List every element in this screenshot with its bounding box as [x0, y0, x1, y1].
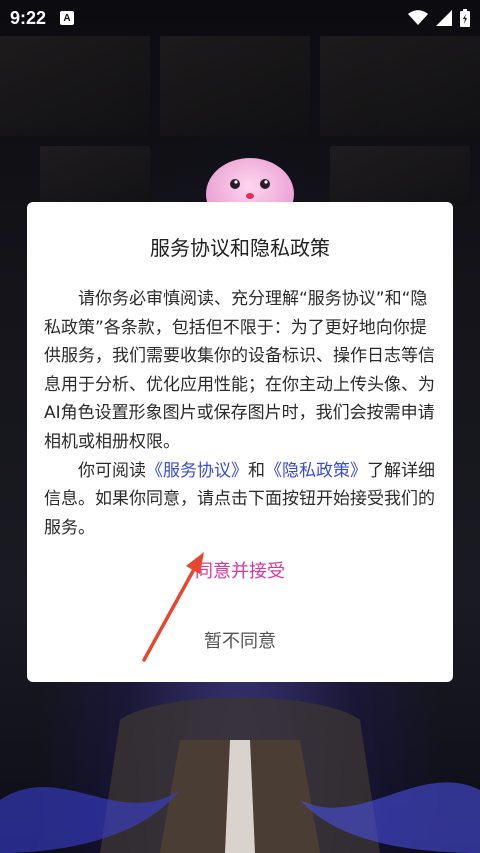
dialog-paragraph-1: 请你务必审慎阅读、充分理解“服务协议”和“隐私政策”各条款，包括但不限于：为了更… — [44, 289, 435, 452]
app-screen: 9:22 A 服务协议和隐私政策 请你务必审慎阅读、充分理解“服务协议”和“隐私… — [0, 0, 480, 853]
paragraph-2-text-and: 和 — [248, 460, 265, 481]
status-bar: 9:22 A — [0, 0, 480, 36]
battery-icon — [460, 9, 470, 27]
arrow-annotation-icon — [142, 552, 204, 662]
dialog-paragraph-2: 你可阅读《服务协议》和《隐私政策》了解详细信息。如果你同意，请点击下面按钮开始接… — [44, 457, 438, 543]
status-icons — [408, 9, 470, 27]
paragraph-2-text-before: 你可阅读 — [78, 460, 146, 481]
privacy-policy-link[interactable]: 《隐私政策》 — [265, 461, 367, 481]
dialog-body: 请你务必审慎阅读、充分理解“服务协议”和“隐私政策”各条款，包括但不限于：为了更… — [44, 285, 438, 542]
dialog-title: 服务协议和隐私政策 — [150, 236, 330, 260]
background-character-art — [0, 697, 480, 853]
signal-icon — [436, 10, 452, 26]
status-time: 9:22 — [10, 7, 47, 28]
service-agreement-link[interactable]: 《服务协议》 — [146, 461, 248, 481]
agree-button[interactable]: 同意并接受 — [27, 557, 453, 583]
notification-a-icon: A — [60, 11, 75, 25]
decline-button[interactable]: 暂不同意 — [27, 627, 453, 653]
wifi-icon — [408, 10, 428, 25]
privacy-dialog: 服务协议和隐私政策 请你务必审慎阅读、充分理解“服务协议”和“隐私政策”各条款，… — [27, 202, 453, 682]
